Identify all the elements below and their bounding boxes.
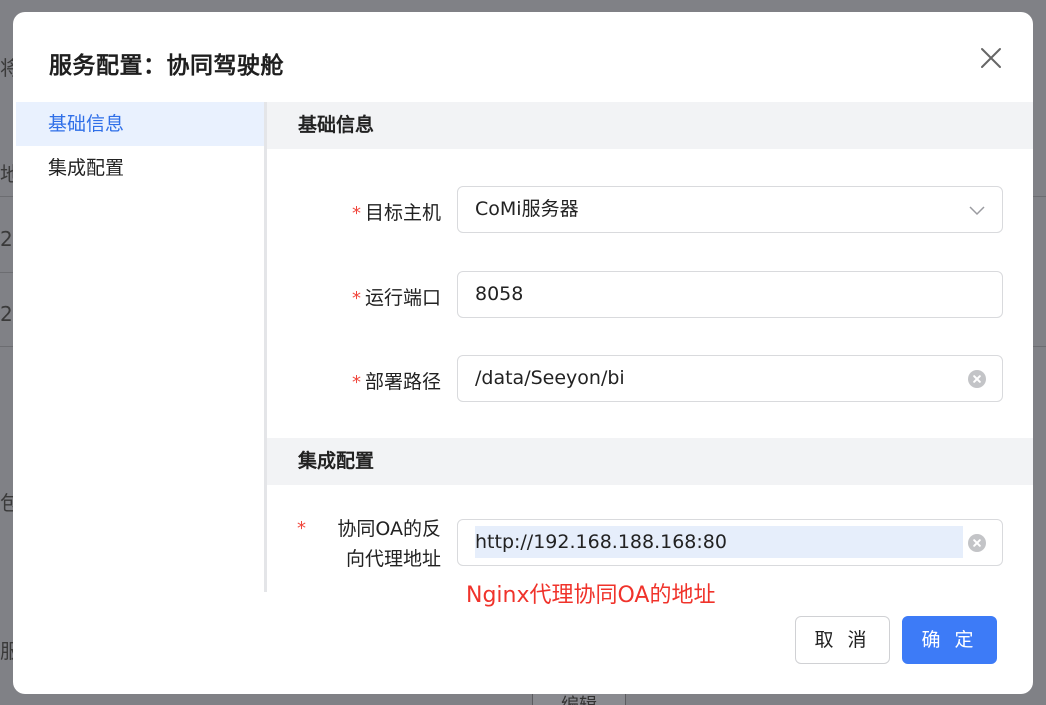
clear-icon[interactable]	[968, 370, 986, 388]
deploy-path-label: * 部署路径	[352, 367, 441, 394]
oa-proxy-value: http://192.168.188.168:80	[475, 526, 963, 558]
port-label: * 运行端口	[352, 283, 441, 310]
sidebar: 基础信息 集成配置	[16, 102, 266, 190]
target-host-select[interactable]: CoMi服务器	[457, 186, 1003, 233]
target-host-label-text: 目标主机	[364, 202, 441, 224]
bg-divider	[0, 346, 14, 347]
port-input[interactable]: 8058	[457, 271, 1003, 318]
required-mark: *	[351, 372, 361, 393]
sidebar-item-integration-config[interactable]: 集成配置	[16, 146, 266, 190]
sidebar-item-basic-info[interactable]: 基础信息	[16, 102, 266, 146]
target-host-value: CoMi服务器	[475, 198, 579, 220]
bg-text-fragment: 服务	[0, 639, 14, 663]
bg-divider	[0, 272, 14, 273]
target-host-label: * 目标主机	[352, 198, 441, 225]
proxy-hint-annotation: Nginx代理协同OA的地址	[466, 583, 716, 608]
bg-text-fragment: 地	[0, 162, 14, 186]
required-mark: *	[351, 203, 361, 224]
form-content: 基础信息 * 目标主机 CoMi服务器 * 运行端口 8058 * 部署路径 /dat…	[267, 102, 1033, 602]
bg-divider	[0, 196, 14, 197]
clear-icon[interactable]	[968, 534, 986, 552]
deploy-path-input[interactable]: /data/Seeyon/bi	[457, 355, 1003, 402]
bg-divider	[1033, 346, 1046, 347]
modal-title: 服务配置：协同驾驶舱	[49, 53, 284, 79]
oa-proxy-input[interactable]: http://192.168.188.168:80	[457, 519, 1003, 566]
section-heading-integration: 集成配置	[267, 438, 1033, 485]
oa-proxy-label-line1: 协同OA的反	[337, 518, 441, 540]
port-label-text: 运行端口	[364, 287, 441, 309]
deploy-path-label-text: 部署路径	[364, 371, 441, 393]
bg-text-fragment: 2.	[0, 302, 14, 326]
close-icon[interactable]	[979, 46, 1003, 70]
required-mark: *	[297, 518, 306, 539]
deploy-path-value: /data/Seeyon/bi	[475, 367, 625, 389]
required-mark: *	[351, 288, 361, 309]
confirm-button[interactable]: 确 定	[902, 616, 997, 664]
section-heading-basic: 基础信息	[267, 102, 1033, 149]
chevron-down-icon	[969, 206, 985, 216]
bg-text-fragment: 将	[0, 56, 14, 80]
oa-proxy-label: 协同OA的反 向代理地址	[337, 514, 441, 574]
port-value: 8058	[475, 283, 524, 305]
oa-proxy-label-line2: 向代理地址	[345, 548, 441, 570]
bg-text-fragment: 包	[0, 491, 14, 515]
bg-text-fragment: 2.	[0, 227, 14, 251]
cancel-button[interactable]: 取 消	[795, 616, 890, 664]
service-config-modal: 服务配置：协同驾驶舱 基础信息 集成配置 基础信息 * 目标主机 CoMi服务器 …	[13, 12, 1033, 694]
bg-divider	[1033, 196, 1046, 197]
